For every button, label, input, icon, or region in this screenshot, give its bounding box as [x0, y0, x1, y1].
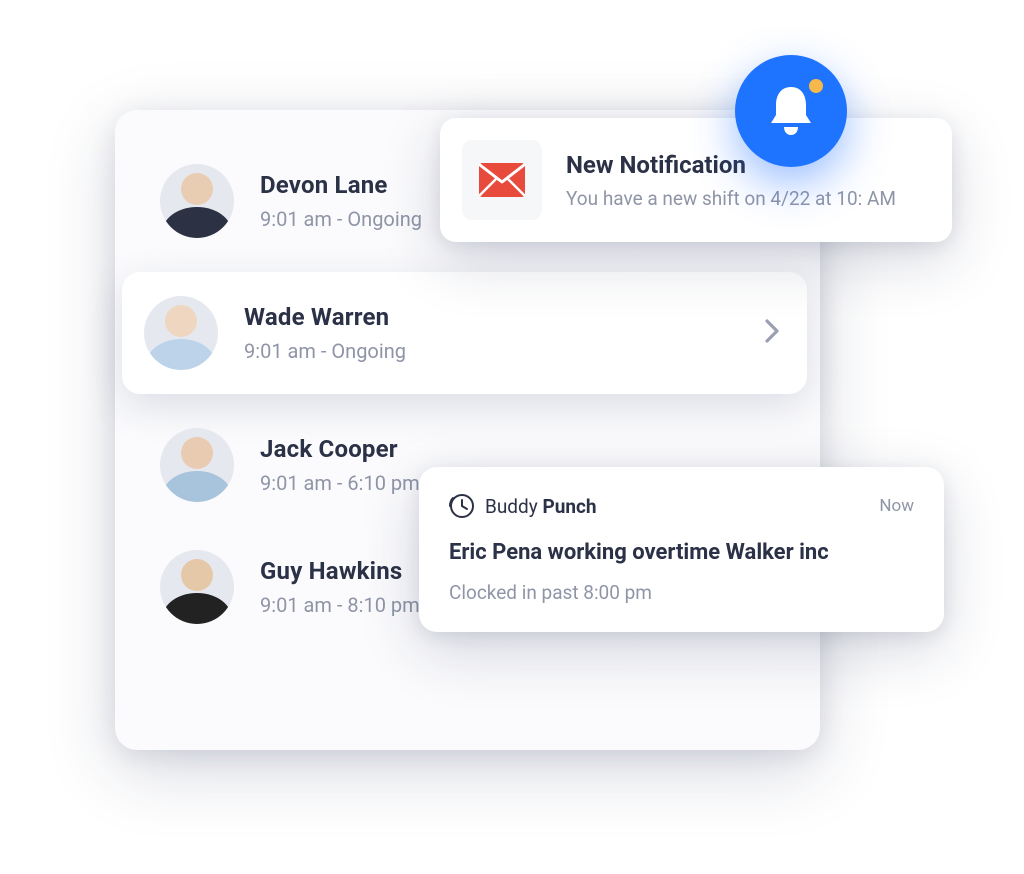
push-app-name-part-b: Punch	[542, 495, 596, 518]
notification-bell-button[interactable]	[735, 55, 847, 167]
employee-name: Jack Cooper	[260, 435, 420, 463]
avatar	[160, 550, 234, 624]
employee-name: Devon Lane	[260, 171, 422, 199]
chevron-right-icon	[763, 317, 781, 349]
push-detail: Clocked in past 8:00 pm	[449, 581, 914, 604]
employee-time: 9:01 am - 6:10 pm	[260, 471, 420, 495]
mail-icon	[462, 140, 542, 220]
employee-time: 9:01 am - 8:10 pm	[260, 593, 420, 617]
avatar	[144, 296, 218, 370]
employee-name: Guy Hawkins	[260, 557, 420, 585]
push-notification-card[interactable]: Buddy Punch Now Eric Pena working overti…	[419, 467, 944, 632]
employee-time: 9:01 am - Ongoing	[244, 339, 406, 363]
push-title: Eric Pena working overtime Walker inc	[449, 537, 914, 569]
bell-icon	[766, 83, 816, 139]
push-app-name-part-a: Buddy	[485, 495, 542, 518]
push-app-label: Buddy Punch	[449, 493, 597, 519]
employee-time: 9:01 am - Ongoing	[260, 207, 422, 231]
avatar	[160, 164, 234, 238]
clock-icon	[449, 493, 475, 519]
list-item[interactable]: Wade Warren 9:01 am - Ongoing	[122, 272, 807, 394]
toast-title: New Notification	[566, 151, 896, 179]
avatar	[160, 428, 234, 502]
toast-body: You have a new shift on 4/22 at 10: AM	[566, 187, 896, 210]
notification-dot-icon	[809, 79, 823, 93]
notification-toast[interactable]: New Notification You have a new shift on…	[440, 118, 952, 242]
employee-name: Wade Warren	[244, 303, 406, 331]
push-timestamp: Now	[879, 496, 914, 516]
